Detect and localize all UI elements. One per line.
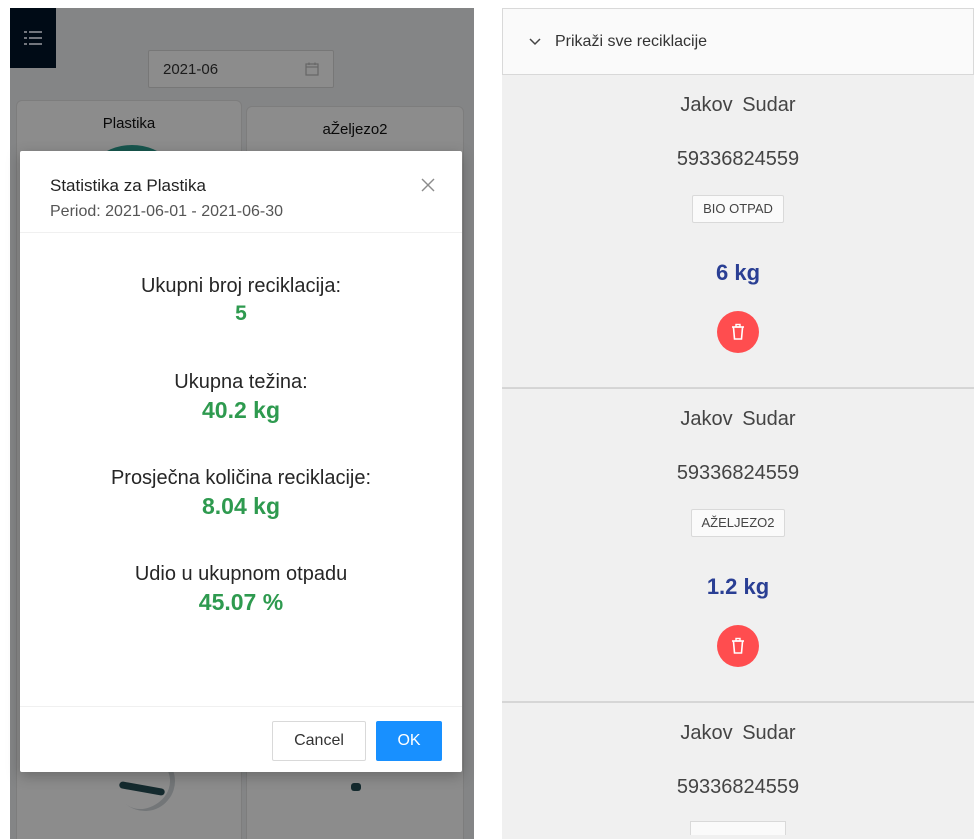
recycling-weight: 1.2 kg	[706, 574, 770, 599]
user-oib: 59336824559	[676, 148, 800, 170]
modal-period: Period: 2021-06-01 - 2021-06-30	[50, 203, 284, 220]
recycling-list-pane: Prikaži sve reciklacije Jakov Sudar 5933…	[502, 8, 974, 839]
modal-body: Ukupni broj reciklacija: 5 Ukupna težina…	[20, 233, 462, 705]
recycling-card: Jakov Sudar 59336824559 BIO OTPAD 6 kg	[502, 75, 974, 389]
ok-button[interactable]: OK	[376, 721, 442, 761]
user-oib: 59336824559	[676, 776, 800, 798]
trash-icon	[732, 637, 744, 654]
delete-button[interactable]	[717, 311, 759, 353]
delete-button[interactable]	[717, 625, 759, 667]
user-name: Jakov Sudar	[680, 408, 796, 430]
waste-type-tag: BIO OTPAD	[692, 195, 784, 223]
user-name: Jakov Sudar	[680, 722, 796, 744]
chevron-down-icon	[529, 37, 541, 45]
cancel-button[interactable]: Cancel	[272, 721, 366, 761]
stat-label-total-weight: Ukupna težina:	[174, 371, 308, 393]
stat-label-share: Udio u ukupnom otpadu	[134, 563, 348, 585]
stat-value-share: 45.07 %	[198, 589, 284, 615]
stat-label-total-count: Ukupni broj reciklacija:	[140, 275, 342, 297]
user-name: Jakov Sudar	[680, 94, 796, 116]
recycling-weight: 6 kg	[715, 260, 761, 285]
recycling-card: Jakov Sudar 59336824559	[502, 703, 974, 835]
user-oib: 59336824559	[676, 462, 800, 484]
modal-title: Statistika za Plastika	[50, 176, 206, 195]
recycling-card: Jakov Sudar 59336824559 AŽELJEZO2 1.2 kg	[502, 389, 974, 703]
close-icon[interactable]	[418, 175, 438, 195]
modal-header: Statistika za Plastika Period: 2021-06-0…	[20, 151, 462, 233]
statistics-modal: Statistika za Plastika Period: 2021-06-0…	[20, 151, 462, 772]
modal-footer: Cancel OK	[20, 706, 462, 772]
waste-type-tag: AŽELJEZO2	[690, 509, 786, 537]
stat-value-average: 8.04 kg	[202, 493, 280, 519]
stat-value-total-weight: 40.2 kg	[202, 397, 280, 423]
waste-type-tag	[690, 821, 786, 835]
stat-label-average: Prosječna količina reciklacije:	[110, 467, 372, 489]
stat-value-total-count: 5	[235, 302, 247, 325]
show-all-recyclings-toggle[interactable]: Prikaži sve reciklacije	[502, 8, 974, 75]
collapse-label: Prikaži sve reciklacije	[555, 32, 708, 50]
trash-icon	[732, 323, 744, 340]
